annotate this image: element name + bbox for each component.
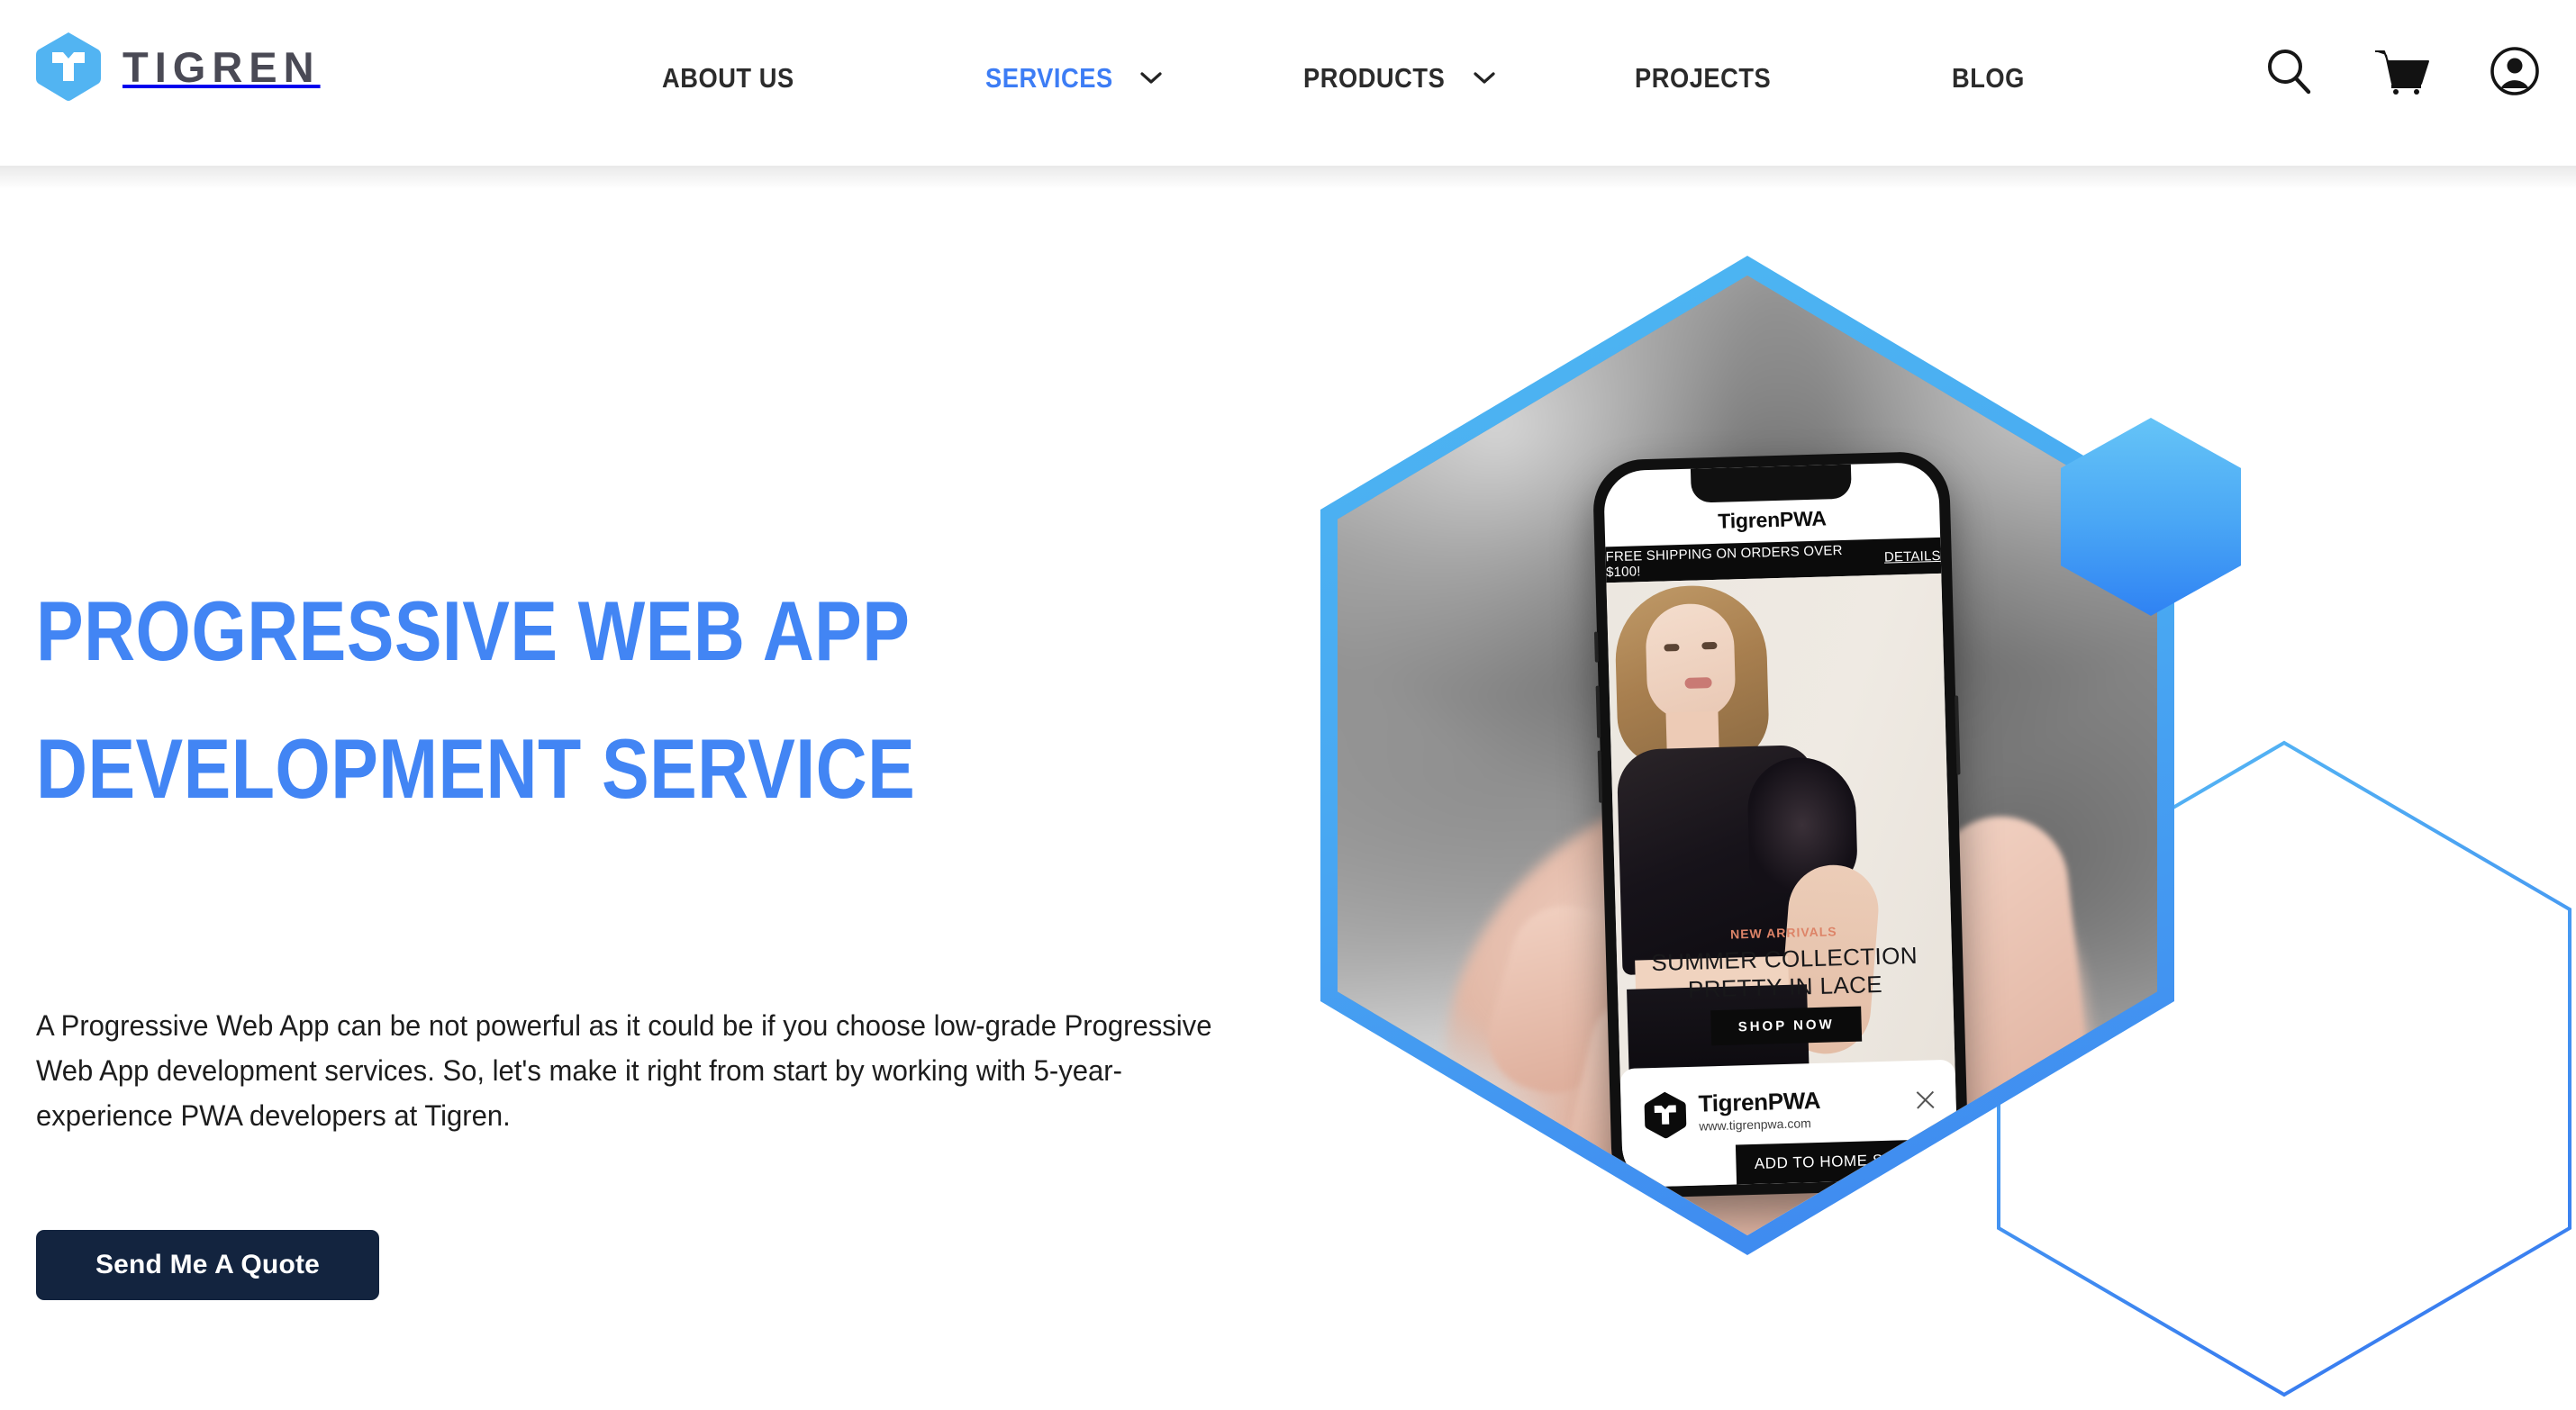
- close-icon[interactable]: [1914, 1089, 1937, 1111]
- nav-label: BLOG: [1952, 61, 2026, 94]
- pwa-hero-banner: NEW ARRIVALS SUMMER COLLECTION PRETTY IN…: [1606, 573, 1955, 1088]
- pwa-headline: SUMMER COLLECTION PRETTY IN LACE: [1617, 941, 1954, 1006]
- shipping-details-link[interactable]: DETAILS: [1884, 547, 1941, 565]
- cart-icon[interactable]: [2374, 48, 2430, 95]
- nav-item-projects[interactable]: PROJECTS: [1635, 64, 1790, 92]
- pwa-store-name: TigrenPWA: [1717, 506, 1828, 533]
- phone-mute-switch: [1593, 631, 1599, 663]
- nav-label: PRODUCTS: [1302, 61, 1446, 94]
- tigren-hexagon-logo-icon: [36, 32, 101, 101]
- chevron-down-icon: [1474, 72, 1496, 84]
- tigren-pwa-logo-icon: [1644, 1091, 1687, 1139]
- tigren-pwa-landing-page: TIGREN ABOUT US SERVICES PRODUCTS PROJEC…: [0, 0, 2576, 1410]
- model-eye: [1664, 644, 1680, 652]
- phone-volume-down-button: [1597, 750, 1603, 803]
- shipping-banner-text: FREE SHIPPING ON ORDERS OVER $100!: [1605, 542, 1843, 581]
- main-navigation: ABOUT US SERVICES PRODUCTS PROJECTS BLOG: [662, 56, 2035, 99]
- phone-screen: TigrenPWA FREE SHIPPING ON ORDERS OVER $…: [1602, 461, 1959, 1189]
- model-eye: [1701, 641, 1718, 650]
- page-title-line-2: DEVELOPMENT SERVICE: [36, 721, 916, 816]
- phone-notch: [1690, 464, 1852, 503]
- chevron-down-icon: [1140, 72, 1162, 84]
- site-logo[interactable]: TIGREN: [34, 32, 321, 101]
- a2hs-app-name: TigrenPWA: [1698, 1086, 1821, 1117]
- nav-item-blog[interactable]: BLOG: [1952, 64, 2035, 92]
- nav-label: SERVICES: [984, 61, 1113, 94]
- search-icon[interactable]: [2263, 45, 2315, 97]
- header-actions: [2263, 43, 2540, 99]
- model-lips: [1684, 677, 1712, 689]
- model-face: [1645, 602, 1737, 721]
- a2hs-app-url: www.tigrenpwa.com: [1699, 1116, 1811, 1134]
- nav-label: PROJECTS: [1635, 61, 1772, 94]
- logo-wordmark: TIGREN: [122, 42, 321, 91]
- add-to-home-screen-banner: TigrenPWA www.tigrenpwa.com ADD TO HOME …: [1619, 1059, 1959, 1189]
- phone-volume-up-button: [1595, 685, 1601, 738]
- hero-description: A Progressive Web App can be not powerfu…: [36, 1009, 1212, 1132]
- page-title: PROGRESSIVE WEB APP DEVELOPMENT SERVICE: [36, 562, 982, 837]
- shop-now-button[interactable]: SHOP NOW: [1710, 1006, 1863, 1046]
- account-icon[interactable]: [2490, 46, 2540, 96]
- pwa-headline-line-2: PRETTY IN LACE: [1687, 970, 1883, 1003]
- nav-item-products[interactable]: PRODUCTS: [1303, 64, 1497, 92]
- nav-item-about-us[interactable]: ABOUT US: [662, 64, 812, 92]
- hero-section: PROGRESSIVE WEB APP DEVELOPMENT SERVICE …: [0, 166, 2576, 1410]
- nav-label: ABOUT US: [662, 61, 794, 94]
- hero-illustration: TigrenPWA FREE SHIPPING ON ORDERS OVER $…: [1297, 166, 2576, 1410]
- phone-mockup: TigrenPWA FREE SHIPPING ON ORDERS OVER $…: [1592, 450, 1970, 1199]
- nav-item-services[interactable]: SERVICES: [985, 64, 1163, 92]
- send-me-a-quote-button[interactable]: Send Me A Quote: [36, 1230, 379, 1300]
- site-header: TIGREN ABOUT US SERVICES PRODUCTS PROJEC…: [0, 0, 2576, 166]
- add-to-home-screen-button[interactable]: ADD TO HOME SCREEN: [1736, 1138, 1959, 1185]
- page-title-line-1: PROGRESSIVE WEB APP: [36, 583, 911, 678]
